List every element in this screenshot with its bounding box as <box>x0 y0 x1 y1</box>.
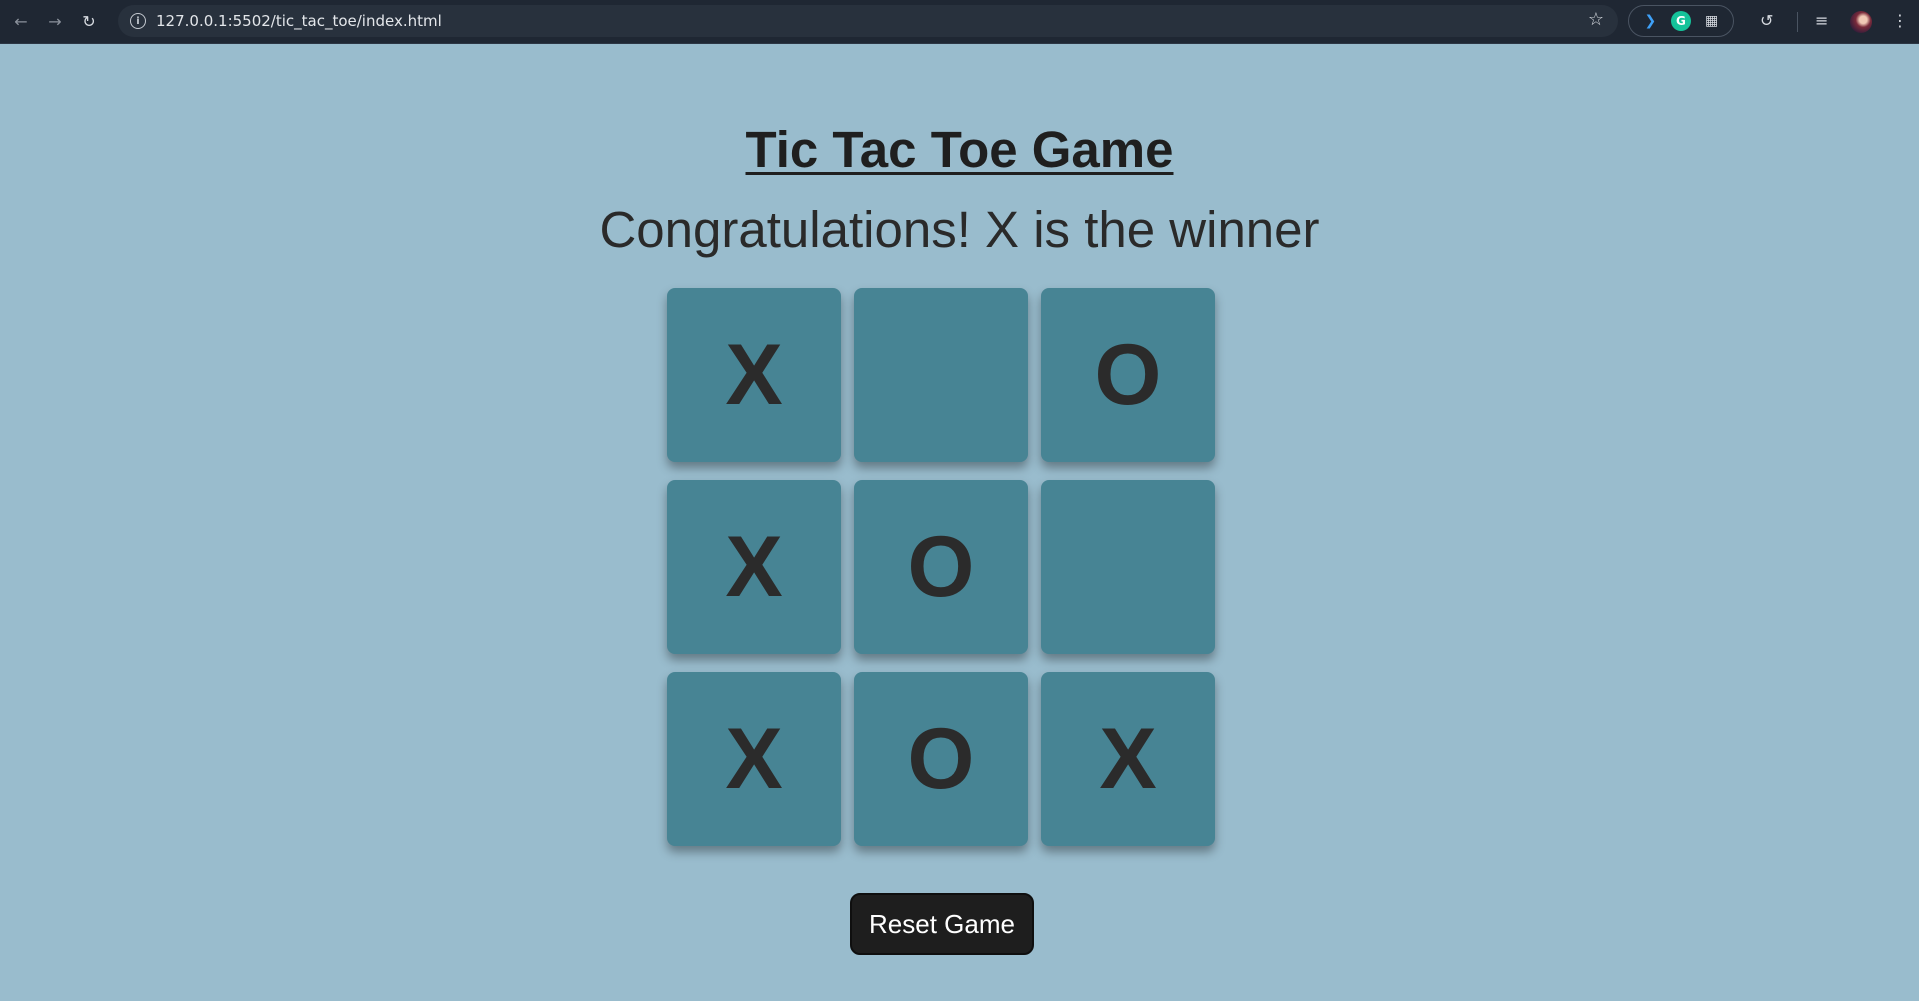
browser-toolbar: ← → ↻ i 127.0.0.1:5502/tic_tac_toe/index… <box>0 0 1919 44</box>
url-text[interactable]: 127.0.0.1:5502/tic_tac_toe/index.html <box>156 12 442 30</box>
voice-extension-icon[interactable]: ❯ <box>1640 11 1660 31</box>
toolbar-divider <box>1797 12 1798 32</box>
game-board: X O X O X O X <box>667 288 1215 846</box>
profile-avatar[interactable] <box>1850 11 1872 33</box>
reading-list-icon[interactable]: ≡ <box>1815 11 1828 30</box>
board-cell-6[interactable] <box>1041 480 1215 654</box>
page-content: Tic Tac Toe Game Congratulations! X is t… <box>0 45 1919 1001</box>
reload-icon[interactable]: ↻ <box>76 9 102 35</box>
page-title: Tic Tac Toe Game <box>745 121 1174 178</box>
winner-message: Congratulations! X is the winner <box>599 201 1320 258</box>
extensions-group: ❯ G ▦ <box>1628 5 1734 37</box>
forward-icon[interactable]: → <box>42 9 68 35</box>
back-icon[interactable]: ← <box>8 9 34 35</box>
reset-game-button[interactable]: Reset Game <box>850 893 1034 955</box>
grammarly-icon[interactable]: G <box>1670 11 1691 31</box>
board-cell-7[interactable]: X <box>667 672 841 846</box>
board-cell-3[interactable]: O <box>1041 288 1215 462</box>
address-bar[interactable]: i 127.0.0.1:5502/tic_tac_toe/index.html … <box>118 5 1618 37</box>
board-cell-5[interactable]: O <box>854 480 1028 654</box>
board-cell-9[interactable]: X <box>1041 672 1215 846</box>
board-cell-8[interactable]: O <box>854 672 1028 846</box>
menu-kebab-icon[interactable]: ⋮ <box>1892 11 1908 30</box>
bookmark-star-icon[interactable]: ☆ <box>1588 9 1604 30</box>
board-cell-4[interactable]: X <box>667 480 841 654</box>
history-icon[interactable]: ↺ <box>1760 11 1773 30</box>
extensions-puzzle-icon[interactable]: ▦ <box>1702 11 1722 31</box>
board-cell-1[interactable]: X <box>667 288 841 462</box>
site-info-icon[interactable]: i <box>130 13 146 29</box>
board-cell-2[interactable] <box>854 288 1028 462</box>
